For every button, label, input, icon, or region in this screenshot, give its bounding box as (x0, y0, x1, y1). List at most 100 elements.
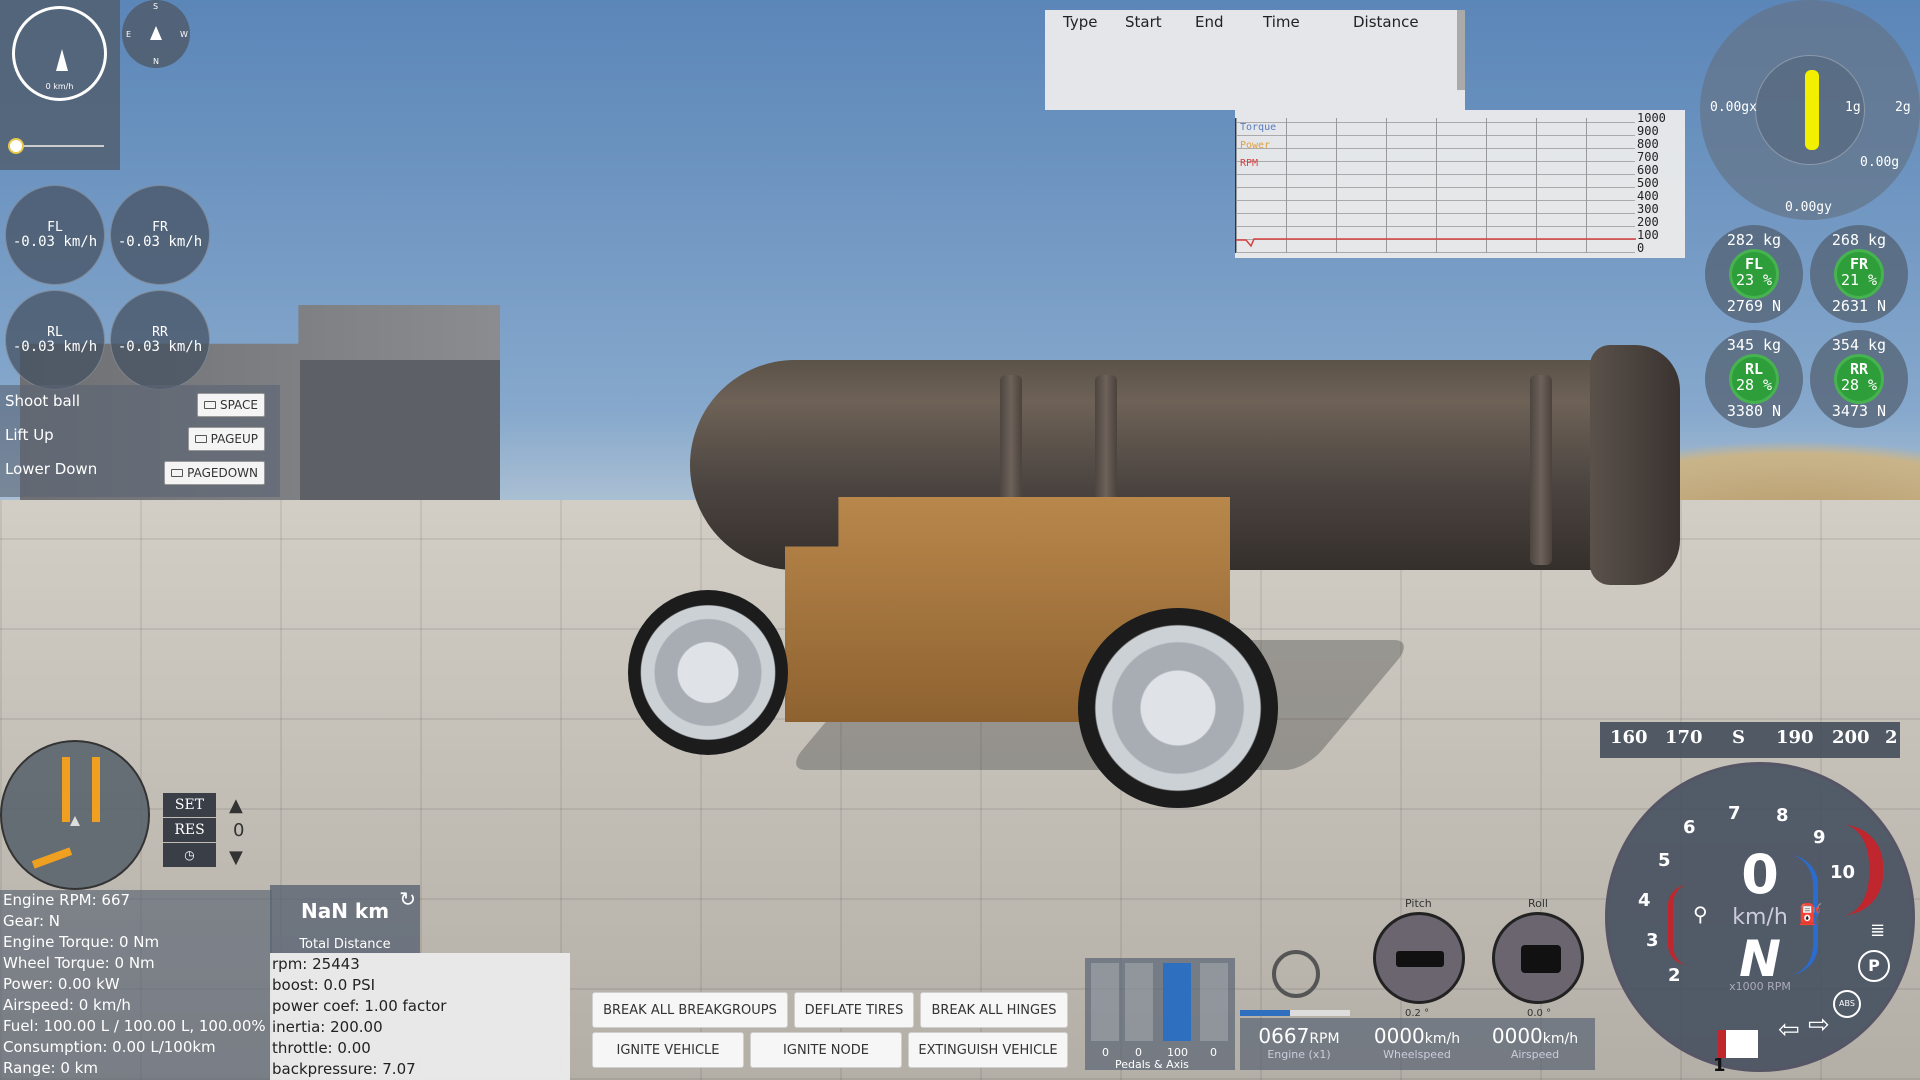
cannon-muzzle (1590, 345, 1680, 585)
deflate-tires-button[interactable]: DEFLATE TIRES (794, 992, 914, 1028)
map-road (31, 847, 73, 869)
wheel-label: RR (152, 325, 168, 340)
ignite-node-button[interactable]: IGNITE NODE (750, 1032, 902, 1068)
readout-airspeed: 0000km/h Airspeed (1476, 1024, 1594, 1061)
pedals-label: Pedals & Axis (1115, 1058, 1189, 1071)
pedal-value: 0 (1210, 1046, 1217, 1059)
speed-value: 0 km/h (45, 82, 74, 91)
key-label: SPACE (219, 398, 258, 412)
tachometer: 1 2 3 4 5 6 7 8 9 10 0 km/h N x1000 RPM … (1605, 762, 1915, 1076)
action-lower-down[interactable]: Lower Down PAGEDOWN (5, 460, 275, 488)
debug-line: boost: 0.0 PSI (272, 976, 376, 994)
action-shoot-ball[interactable]: Shoot ball SPACE (5, 392, 275, 420)
wheel-speed-value: -0.03 km/h (117, 234, 203, 250)
debug-line: power coef: 1.00 factor (272, 997, 447, 1015)
map-road (62, 757, 70, 822)
roll-indicator (1492, 912, 1584, 1004)
legend-torque: Torque (1240, 122, 1277, 133)
heading-tick: 200 (1832, 727, 1870, 748)
tire-force: 3473 N (1831, 402, 1887, 420)
abs-icon: ABS (1833, 990, 1861, 1018)
map-road (92, 757, 100, 822)
rpm-trace (1236, 238, 1636, 248)
zoom-slider-knob[interactable] (8, 138, 24, 154)
wheel-speed-value: -0.03 km/h (12, 234, 98, 250)
player-arrow-icon (70, 816, 80, 826)
speed-unit: km/h (1732, 905, 1788, 930)
cruise-down-icon[interactable]: ▼ (229, 847, 243, 868)
tire-mass: 345 kg (1726, 336, 1782, 354)
readout-label: Wheelspeed (1383, 1048, 1451, 1061)
speed-readout: 0 (1741, 843, 1779, 906)
stat-line: Wheel Torque: 0 Nm (3, 954, 155, 972)
g-x-value: 0.00gx (1710, 100, 1757, 115)
torque-graph: Torque Power RPM 1000 900 800 700 600 50… (1235, 110, 1685, 258)
ignite-vehicle-button[interactable]: IGNITE VEHICLE (592, 1032, 744, 1068)
digital-readouts: 0667RPM Engine (x1) 0000km/h Wheelspeed … (1240, 1018, 1595, 1070)
cruise-res-button[interactable]: RES (163, 818, 216, 842)
pitch-indicator (1373, 912, 1465, 1004)
reset-icon[interactable]: ↻ (399, 887, 416, 911)
compass-letter: S (153, 2, 159, 11)
cruise-set-button[interactable]: SET (163, 793, 216, 817)
fuel-temp-icon: ⚲ (1693, 902, 1708, 926)
action-lift-up[interactable]: Lift Up PAGEUP (5, 426, 275, 454)
building-shadow (300, 360, 500, 520)
timing-scrollbar[interactable] (1457, 10, 1465, 90)
heading-tape: 160 170 S 190 200 2 (1600, 722, 1900, 758)
cruise-up-icon[interactable]: ▲ (229, 795, 243, 816)
cruise-speed-icon[interactable]: ◷ (163, 843, 216, 867)
tire-mass: 282 kg (1726, 231, 1782, 249)
readout-value: 0667 (1258, 1024, 1310, 1048)
stat-line: Gear: N (3, 912, 60, 930)
pitch-label: Pitch (1405, 897, 1432, 910)
stat-line: Airspeed: 0 km/h (3, 996, 131, 1014)
pitch-value: 0.2 ° (1405, 1008, 1430, 1019)
key-label: PAGEUP (210, 432, 258, 446)
wheel-speed-fr: FR -0.03 km/h (110, 185, 210, 285)
tire-force: 2769 N (1726, 297, 1782, 315)
heading-tick: 170 (1665, 727, 1703, 748)
pedal-value: 0 (1102, 1046, 1109, 1059)
cruise-value: 0 (233, 820, 245, 841)
readout-label: Engine (x1) (1267, 1048, 1331, 1061)
heading-arrow-icon (56, 49, 68, 71)
key-space[interactable]: SPACE (196, 393, 265, 417)
heading-tick: 190 (1776, 727, 1814, 748)
key-pagedown[interactable]: PAGEDOWN (164, 461, 265, 485)
roll-value: 0.0 ° (1527, 1008, 1552, 1019)
break-all-breakgroups-button[interactable]: BREAK ALL BREAKGROUPS (592, 992, 788, 1028)
tire-percent: 28 % (1840, 376, 1878, 394)
tire-mass: 268 kg (1831, 231, 1887, 249)
tire-mass: 354 kg (1831, 336, 1887, 354)
zoom-slider-track[interactable] (14, 145, 104, 147)
fuel-pump-icon: ⛽ (1798, 902, 1823, 926)
debug-line: throttle: 0.00 (272, 1039, 371, 1057)
readout-value: 0000 (1373, 1024, 1425, 1048)
keyboard-icon (171, 469, 184, 477)
extinguish-vehicle-button[interactable]: EXTINGUISH VEHICLE (908, 1032, 1068, 1068)
readout-value: 0000 (1491, 1024, 1543, 1048)
timing-col-end: End (1195, 13, 1224, 31)
front-wheel (1078, 608, 1278, 808)
readout-wheelspeed: 0000km/h Wheelspeed (1358, 1024, 1476, 1061)
engine-debug-panel: rpm: 25443 boost: 0.0 PSI power coef: 1.… (270, 953, 570, 1080)
break-all-hinges-button[interactable]: BREAK ALL HINGES (920, 992, 1068, 1028)
rpm-mark: 8 (1776, 805, 1789, 826)
wheel-speed-value: -0.03 km/h (12, 339, 98, 355)
tire-force: 3380 N (1726, 402, 1782, 420)
speedometer-panel: 0 km/h (0, 0, 120, 170)
graph-y-axis: 1000 900 800 700 600 500 400 300 200 100… (1637, 112, 1666, 255)
stat-line: Engine RPM: 667 (3, 891, 131, 909)
action-label: Shoot ball (5, 392, 81, 410)
key-pageup[interactable]: PAGEUP (187, 427, 265, 451)
pedal-bar (1200, 963, 1228, 1041)
barrel-ring (1530, 375, 1552, 565)
timing-table-panel: Type Start End Time Distance (1045, 10, 1465, 110)
key-label: PAGEDOWN (187, 466, 258, 480)
headlight-icon: ≣ (1870, 920, 1886, 941)
g-y-value: 0.00gy (1785, 200, 1832, 215)
tire-force: 2631 N (1831, 297, 1887, 315)
navigation-minimap[interactable] (0, 740, 150, 890)
wheel-speed-rr: RR -0.03 km/h (110, 290, 210, 390)
